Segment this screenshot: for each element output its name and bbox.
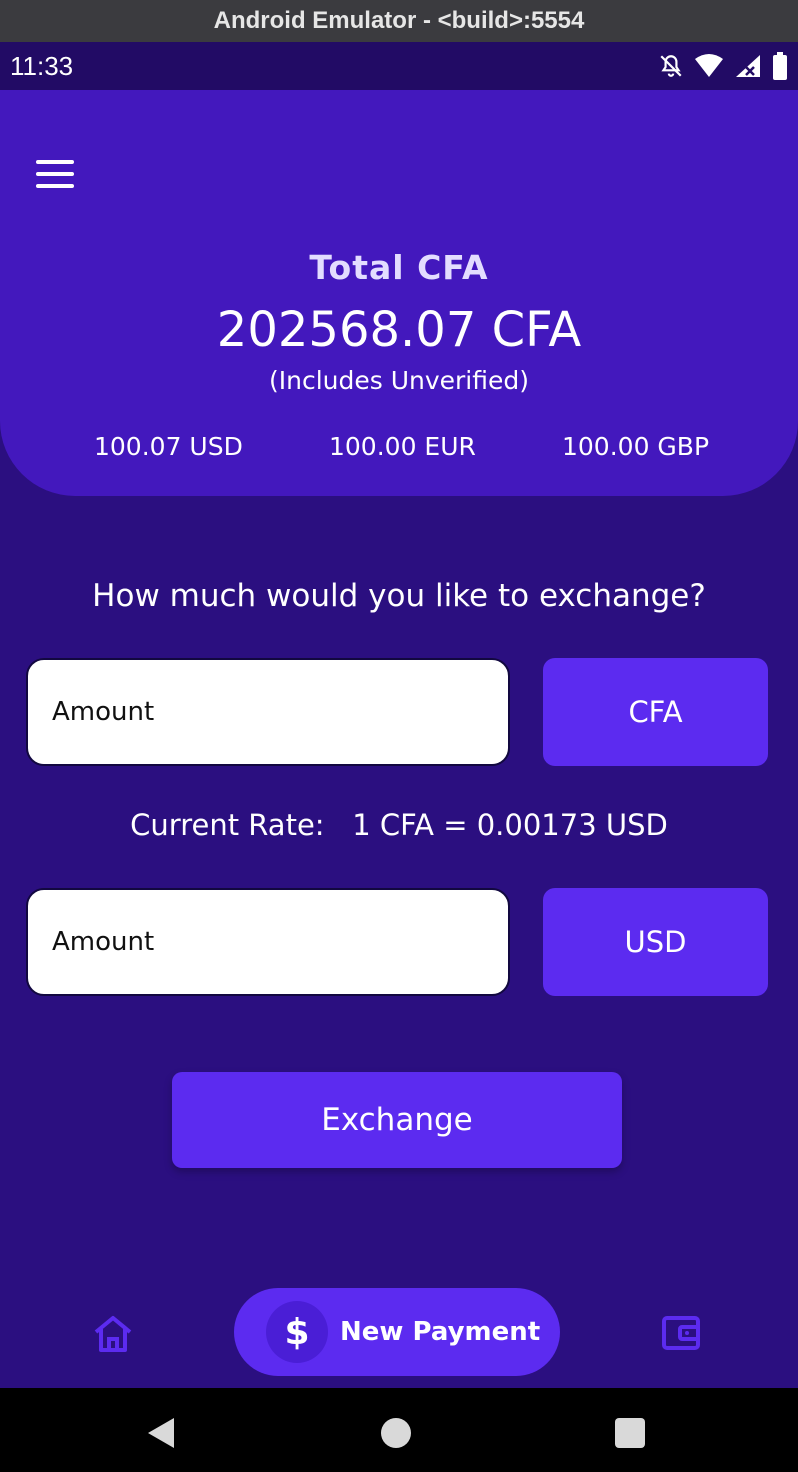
- balance-gbp: 100.00 GBP: [562, 432, 710, 461]
- total-amount: 202568.07 CFA: [216, 302, 582, 358]
- balance-usd: 100.07 USD: [94, 432, 243, 461]
- current-rate: Current Rate: 1 CFA = 0.00173 USD: [0, 808, 798, 842]
- battery-icon: [773, 52, 787, 80]
- signal-icon: [736, 55, 760, 77]
- wifi-icon: [695, 54, 723, 77]
- recents-icon[interactable]: [615, 1418, 645, 1448]
- back-icon[interactable]: [146, 1416, 176, 1450]
- to-currency-button[interactable]: USD: [543, 888, 768, 996]
- rate-value: 1 CFA = 0.00173 USD: [352, 808, 668, 842]
- status-bar: 11:33: [0, 42, 798, 90]
- balance-header: Total CFA 202568.07 CFA (Includes Unveri…: [0, 90, 798, 496]
- exchange-question: How much would you like to exchange?: [92, 578, 706, 614]
- status-time: 11:33: [10, 50, 74, 81]
- system-nav-bar: [0, 1388, 798, 1472]
- dollar-icon: $: [266, 1301, 328, 1363]
- home-circle-icon[interactable]: [381, 1418, 411, 1448]
- status-icons: [658, 52, 788, 80]
- bottom-nav: $ New Payment: [0, 1280, 798, 1386]
- balance-eur: 100.00 EUR: [329, 432, 476, 461]
- from-currency-button[interactable]: CFA: [543, 658, 768, 766]
- includes-unverified-note: (Includes Unverified): [268, 366, 530, 395]
- exchange-button[interactable]: Exchange: [172, 1072, 622, 1168]
- from-amount-input[interactable]: [26, 658, 510, 766]
- menu-icon[interactable]: [36, 160, 74, 188]
- window-title: Android Emulator - <build>:5554: [213, 7, 585, 34]
- rate-label: Current Rate:: [130, 808, 325, 842]
- emulator-title-bar: Android Emulator - <build>:5554: [0, 0, 798, 42]
- total-label: Total CFA: [309, 248, 489, 287]
- wallet-icon[interactable]: [660, 1312, 702, 1354]
- new-payment-label: New Payment: [340, 1317, 541, 1347]
- to-amount-input[interactable]: [26, 888, 510, 996]
- new-payment-button[interactable]: $ New Payment: [234, 1288, 560, 1376]
- home-icon[interactable]: [92, 1314, 134, 1354]
- bell-off-icon: [660, 55, 682, 77]
